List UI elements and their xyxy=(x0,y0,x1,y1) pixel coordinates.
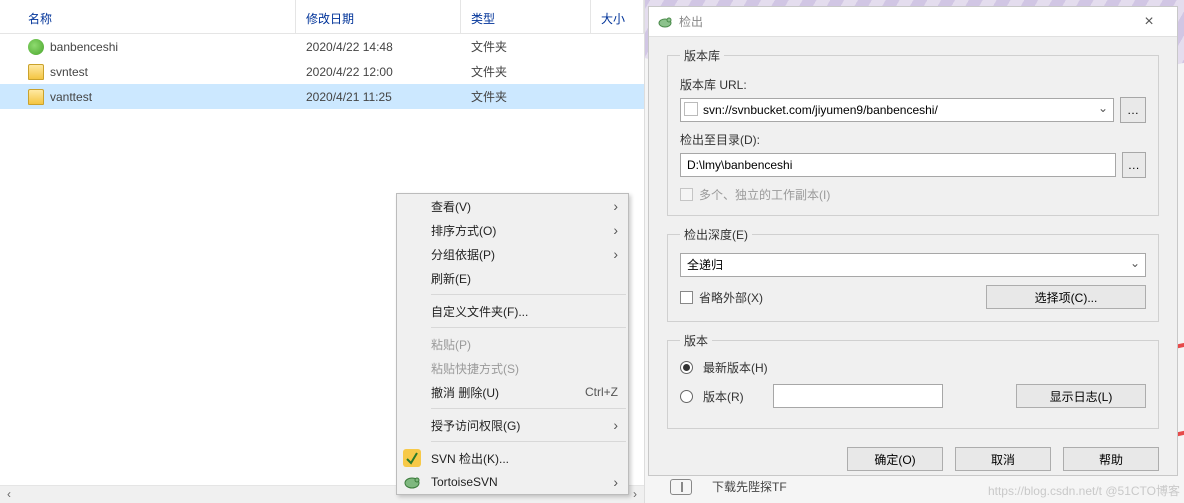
multi-wc-label: 多个、独立的工作副本(I) xyxy=(699,186,830,203)
rev-specific-label: 版本(R) xyxy=(703,388,763,405)
tortoise-icon xyxy=(403,473,421,491)
ctx-undo-shortcut: Ctrl+Z xyxy=(585,385,618,399)
context-menu: 查看(V) 排序方式(O) 分组依据(P) 刷新(E) 自定义文件夹(F)...… xyxy=(396,193,629,495)
help-button[interactable]: 帮助 xyxy=(1063,447,1159,471)
repo-url-label: 版本库 URL: xyxy=(680,76,1146,93)
file-list: banbenceshi 2020/4/22 14:48 文件夹 svntest … xyxy=(0,34,644,109)
target-dir-input[interactable] xyxy=(680,153,1116,177)
column-header-size[interactable]: 大小 xyxy=(591,0,644,33)
folder-icon xyxy=(28,89,44,105)
choose-items-button[interactable]: 选择项(C)... xyxy=(986,285,1146,309)
ctx-paste-shortcut: 粘贴快捷方式(S) xyxy=(397,356,628,380)
under-dialog-text: 下载先陛探TF xyxy=(670,478,787,495)
ctx-svn-checkout[interactable]: SVN 检出(K)... xyxy=(397,446,628,470)
ctx-view[interactable]: 查看(V) xyxy=(397,194,628,218)
repo-group-label: 版本库 xyxy=(680,47,724,64)
omit-externals-checkbox[interactable] xyxy=(680,291,693,304)
ctx-sort[interactable]: 排序方式(O) xyxy=(397,218,628,242)
close-icon[interactable]: × xyxy=(1129,13,1169,31)
ctx-customize[interactable]: 自定义文件夹(F)... xyxy=(397,299,628,323)
ctx-tortoisesvn[interactable]: TortoiseSVN xyxy=(397,470,628,494)
item-name: vanttest xyxy=(50,90,92,104)
svn-checkout-icon xyxy=(403,449,421,467)
item-icon xyxy=(28,39,44,55)
revision-group-label: 版本 xyxy=(680,332,712,349)
file-row[interactable]: vanttest 2020/4/21 11:25 文件夹 xyxy=(0,84,644,109)
depth-group-label: 检出深度(E) xyxy=(680,226,752,243)
item-date: 2020/4/21 11:25 xyxy=(296,90,461,104)
file-row[interactable]: banbenceshi 2020/4/22 14:48 文件夹 xyxy=(0,34,644,59)
repo-browse-button[interactable]: … xyxy=(1120,97,1146,123)
cancel-button[interactable]: 取消 xyxy=(955,447,1051,471)
item-date: 2020/4/22 12:00 xyxy=(296,65,461,79)
item-type: 文件夹 xyxy=(461,38,591,55)
repo-icon xyxy=(684,102,698,116)
column-header-type[interactable]: 类型 xyxy=(461,0,591,33)
ctx-separator xyxy=(431,441,626,442)
repo-group: 版本库 版本库 URL: … 检出至目录(D): … 多个、独立的工作副本(I) xyxy=(667,47,1159,216)
dialog-app-icon xyxy=(657,14,673,30)
checkout-dialog: 检出 × 版本库 版本库 URL: … 检出至目录(D): … 多个、独立的工作… xyxy=(648,6,1178,476)
rev-number-input[interactable] xyxy=(773,384,943,408)
target-browse-button[interactable]: … xyxy=(1122,152,1146,178)
item-name: svntest xyxy=(50,65,88,79)
omit-externals-label: 省略外部(X) xyxy=(699,289,763,306)
rev-head-label: 最新版本(H) xyxy=(703,359,768,376)
watermark-text: https://blog.csdn.net/t @51CTO博客 xyxy=(988,482,1180,499)
item-type: 文件夹 xyxy=(461,88,591,105)
repo-url-combo[interactable] xyxy=(680,98,1114,122)
ctx-group[interactable]: 分组依据(P) xyxy=(397,242,628,266)
dialog-titlebar[interactable]: 检出 × xyxy=(649,7,1177,37)
target-dir-label: 检出至目录(D): xyxy=(680,131,1146,148)
item-type: 文件夹 xyxy=(461,63,591,80)
folder-icon xyxy=(28,64,44,80)
revision-group: 版本 最新版本(H) 版本(R) 显示日志(L) xyxy=(667,332,1159,429)
panel-icon xyxy=(670,479,692,495)
show-log-button[interactable]: 显示日志(L) xyxy=(1016,384,1146,408)
ctx-separator xyxy=(431,294,626,295)
ctx-undo[interactable]: 撤消 删除(U)Ctrl+Z xyxy=(397,380,628,404)
rev-specific-radio[interactable] xyxy=(680,390,693,403)
under-dialog-label: 下载先陛探TF xyxy=(712,478,787,495)
multi-wc-checkbox xyxy=(680,188,693,201)
ctx-separator xyxy=(431,408,626,409)
rev-head-radio[interactable] xyxy=(680,361,693,374)
item-name: banbenceshi xyxy=(50,40,118,54)
column-headers: 名称 修改日期 类型 大小 xyxy=(0,0,644,34)
file-row[interactable]: svntest 2020/4/22 12:00 文件夹 xyxy=(0,59,644,84)
column-header-name[interactable]: 名称 xyxy=(0,0,296,33)
depth-group: 检出深度(E) 全递归 省略外部(X) 选择项(C)... xyxy=(667,226,1159,322)
ctx-paste: 粘贴(P) xyxy=(397,332,628,356)
ctx-separator xyxy=(431,327,626,328)
item-date: 2020/4/22 14:48 xyxy=(296,40,461,54)
column-header-date[interactable]: 修改日期 xyxy=(296,0,461,33)
ok-button[interactable]: 确定(O) xyxy=(847,447,943,471)
ctx-refresh[interactable]: 刷新(E) xyxy=(397,266,628,290)
depth-select[interactable]: 全递归 xyxy=(680,253,1146,277)
ctx-grant-access[interactable]: 授予访问权限(G) xyxy=(397,413,628,437)
scroll-left-icon[interactable]: ‹ xyxy=(0,487,18,503)
dialog-title: 检出 xyxy=(679,13,1129,30)
